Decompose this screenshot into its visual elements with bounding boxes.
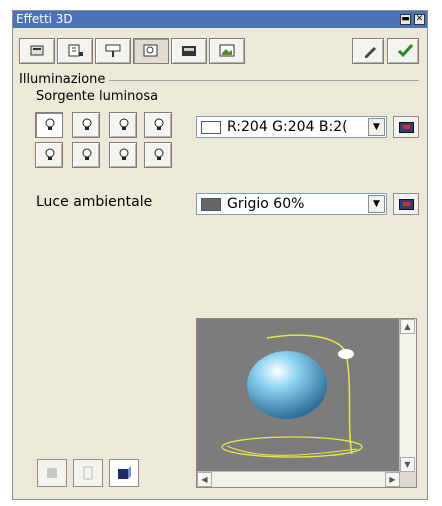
other-icon: [219, 44, 235, 57]
preview-scene: [221, 334, 363, 458]
illumination-group-label: Illuminazione: [19, 72, 106, 87]
light-source-color-select[interactable]: R:204 G:204 B:2( ▼: [196, 116, 387, 138]
bulb-icon: [119, 148, 129, 160]
perspective-toggle-button[interactable]: [73, 459, 103, 487]
geometry-button[interactable]: [19, 38, 55, 64]
chevron-down-icon[interactable]: ▼: [368, 195, 385, 213]
bulb-icon: [154, 118, 164, 130]
material-icon: [182, 46, 196, 56]
ambient-color-value: Grigio 60%: [227, 196, 305, 212]
light-source-3[interactable]: [109, 112, 137, 138]
bulb-icon: [82, 148, 92, 160]
checkmark-icon: [397, 44, 414, 58]
convert-3d-icon: [47, 468, 57, 478]
close-button[interactable]: ✕: [414, 14, 425, 25]
bulb-icon: [154, 148, 164, 160]
perspective-icon: [83, 466, 93, 480]
light-source-marker[interactable]: [338, 349, 354, 359]
scroll-right-icon[interactable]: ▶: [385, 472, 400, 487]
other-button[interactable]: [209, 38, 245, 64]
source-color-value: R:204 G:204 B:2(: [227, 119, 348, 135]
shading-button[interactable]: [57, 38, 93, 64]
preview-sphere: [247, 351, 327, 419]
ambient-color-swatch: [201, 198, 221, 211]
light-source-4[interactable]: [144, 112, 172, 138]
geometry-icon: [30, 45, 44, 56]
light-source-6[interactable]: [72, 142, 100, 168]
light-source-5[interactable]: [35, 142, 63, 168]
color-cube-button[interactable]: [109, 459, 139, 487]
scroll-down-icon[interactable]: ▼: [400, 457, 415, 472]
chevron-down-icon[interactable]: ▼: [368, 118, 385, 136]
effetti-3d-window: Effetti 3D ▬ ✕ Illuminazione Sorgente lu…: [12, 10, 428, 500]
light-orbit: [221, 436, 363, 458]
ambient-color-select[interactable]: Grigio 60% ▼: [196, 193, 387, 215]
light-source-8[interactable]: [144, 142, 172, 168]
convert-3d-button[interactable]: [37, 459, 67, 487]
cube-icon: [118, 466, 131, 479]
preview-horizontal-scrollbar[interactable]: ◀ ▶: [197, 471, 400, 487]
scroll-left-icon[interactable]: ◀: [197, 472, 212, 487]
title-bar: Effetti 3D ▬ ✕: [13, 11, 427, 28]
scroll-up-icon[interactable]: ▲: [400, 319, 415, 334]
assign-button[interactable]: [352, 38, 384, 64]
color-dialog-icon: [399, 122, 414, 133]
apply-button[interactable]: [387, 38, 419, 64]
lighting-icon: [105, 44, 121, 57]
light-source-1[interactable]: [35, 112, 63, 138]
preview-canvas[interactable]: [197, 319, 400, 472]
preview-vertical-scrollbar[interactable]: ▲ ▼: [399, 319, 416, 472]
bulb-icon: [45, 148, 55, 160]
light-source-label: Sorgente luminosa: [36, 89, 159, 104]
group-divider: [109, 80, 419, 81]
textures-icon: [143, 44, 158, 57]
lighting-preview[interactable]: ▲ ▼ ◀ ▶: [196, 318, 417, 488]
ambient-color-dialog-button[interactable]: [393, 193, 419, 215]
window-title: Effetti 3D: [16, 12, 73, 26]
lighting-tab-button[interactable]: [95, 38, 131, 64]
source-color-swatch: [201, 121, 221, 134]
ambient-light-label: Luce ambientale: [36, 194, 153, 210]
minimize-button[interactable]: ▬: [400, 14, 411, 25]
light-source-7[interactable]: [109, 142, 137, 168]
source-color-dialog-button[interactable]: [393, 116, 419, 138]
bulb-icon: [45, 118, 55, 130]
shading-icon: [68, 44, 83, 57]
color-dialog-icon: [399, 199, 414, 210]
material-button[interactable]: [171, 38, 207, 64]
bulb-icon: [119, 118, 129, 130]
bulb-icon: [82, 118, 92, 130]
textures-button[interactable]: [133, 38, 169, 64]
pencil-icon: [365, 47, 376, 58]
light-source-2[interactable]: [72, 112, 100, 138]
